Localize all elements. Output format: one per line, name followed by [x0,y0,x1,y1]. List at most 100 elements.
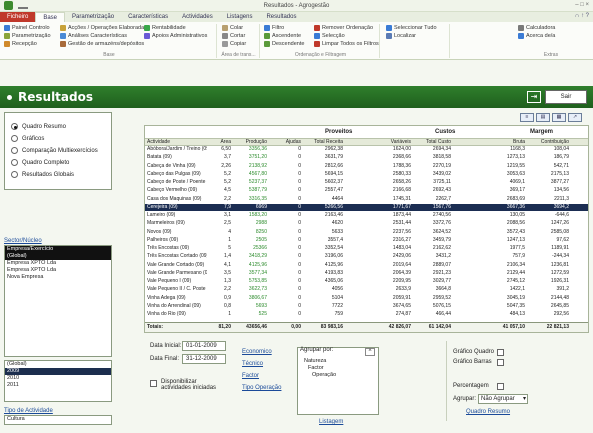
sort-asc-button[interactable]: Ascendente [264,33,301,39]
column-header[interactable]: Actividade [147,139,207,146]
column-header[interactable]: Variáveis [375,139,411,146]
table-row[interactable]: Vale Pequeno I (09) 1,3 5753,85 0 4365,06 220… [145,278,588,285]
column-header[interactable]: Ajudas [269,139,301,146]
tab-listagens[interactable]: Listagens [220,12,260,22]
ribbon-painel-controlo[interactable]: Painel Controlo [4,25,50,31]
table-row[interactable]: Cabeça de Vinha (09) 2,26 2138,92 0 2812,66 1… [145,163,588,170]
column-header[interactable]: Bruta [485,139,525,146]
ribbon-accoes[interactable]: Acções / Operações Elaboradas [60,25,147,31]
column-header[interactable]: Área [209,139,231,146]
listing-link[interactable]: Listagem [319,419,343,425]
table-row[interactable]: Novos (09) 4 8250 0 5633 2237,56 3624,52 3572,4… [145,229,588,236]
link-tipo-operacao[interactable]: Tipo Operação [242,385,281,391]
export-icon[interactable]: ↗ [568,113,582,122]
find-button[interactable]: Localizar [386,33,416,39]
date-start-field[interactable]: 01-01-2009 [182,341,226,351]
about-button[interactable]: Acerca de/a [518,33,555,39]
table-row[interactable]: Batata (09) 3,7 3751,20 0 3631,79 2368,66 3818… [145,154,588,161]
cut-button[interactable]: Cortar [222,33,245,39]
tab-parametrizacao[interactable]: Parametrização [65,12,121,22]
option-quadro-completo[interactable]: Quadro Completo [11,159,69,166]
list-item[interactable]: Nova Empresa [5,274,111,281]
table-row[interactable]: Palheiros (09) 1 2505 0 3557,4 2316,27 3459,79… [145,237,588,244]
ribbon-analises[interactable]: Análises Características [60,33,127,39]
tab-file[interactable]: Ficheiro [0,12,36,22]
clear-filters-button[interactable]: Limpar Todos os Filtros [314,41,379,47]
list-item[interactable]: 2010 [5,375,111,382]
date-end-field[interactable]: 31-12-2009 [182,354,226,364]
table-row[interactable]: Cabeço de Poste / Poente da... 5,2 5237,37… [145,179,588,186]
column-header[interactable]: Total Custo [413,139,451,146]
table-row[interactable]: Marmeleiros (09) 2,5 2988 0 4620 2531,44 3372,… [145,220,588,227]
list-item[interactable]: 2009 [5,368,111,375]
table-row[interactable]: Três Encostas (09) 5 25366 0 3352,54 1483,04 2… [145,245,588,252]
sector-link[interactable]: Sector/Núcleo [4,238,42,244]
chart-quadro-checkbox[interactable] [497,349,504,356]
link-factor[interactable]: Factor [242,373,259,379]
paste-button[interactable]: Colar [222,25,243,31]
column-header[interactable]: Produção [233,139,267,146]
list-view-icon[interactable]: ≡ [520,113,534,122]
option-quadro-resumo[interactable]: Quadro Resumo [11,123,66,130]
table-row[interactable]: Vale Grande Cortado (09) 4,1 4125,96 0 4125,… [145,262,588,269]
group-select[interactable]: Não Agrupar ▾ [478,394,528,404]
table-row[interactable]: Vinha do Rio (09) 1 525 0 759 274,87 466,44 484… [145,311,588,318]
table-row[interactable]: Vinha Adega (09) 0,9 3806,67 0 5104 2059,91 29… [145,295,588,302]
copy-button[interactable]: Copiar [222,41,246,47]
remove-sort-button[interactable]: Remover Ordenação [314,25,373,31]
option-comparacao[interactable]: Comparação Multiexercícios [11,147,98,154]
tab-base[interactable]: Base [35,12,66,22]
select-all-button[interactable]: Seleccionar Tudo [386,25,437,31]
exit-button[interactable]: Sair [545,90,587,104]
table-row[interactable]: Cabeço das Pulgas (09) 5,2 4567,80 0 5694,15… [145,171,588,178]
sort-desc-button[interactable]: Descendente [264,41,304,47]
ribbon-rentabilidade[interactable]: Rentabilidade [144,25,186,31]
activity-type-link[interactable]: Tipo de Actividade [4,408,53,414]
table-row[interactable]: Lameiro (09) 3,1 1583,20 0 2163,46 1873,44 274… [145,212,588,219]
chart-barras-checkbox[interactable] [497,359,504,366]
table-row[interactable]: Vinha do Arrendinal (09) 0,8 5693 0 7722 3674… [145,303,588,310]
tab-resultados[interactable]: Resultados [259,12,303,22]
tree-item[interactable]: Factor [308,365,324,371]
selection-button[interactable]: Selecção [314,33,345,39]
list-item[interactable]: Empresa/Exercício [5,246,111,253]
help-icon[interactable]: ∩ ↑ ? [575,13,589,19]
ribbon-apoios[interactable]: Apoios Administrativos [144,33,207,39]
table-row[interactable]: Vale Pequeno II / C. Poste (09) 2,2 3622,7… [145,286,588,293]
list-item[interactable]: 2011 [5,382,111,389]
list-item[interactable]: (Global) [5,361,111,368]
tree-item[interactable]: Operação [312,372,336,378]
grid-view-icon[interactable]: ▦ [552,113,566,122]
table-row[interactable]: Abóbora/Jardim / Treino (09) 6,50 3356,36 0… [145,146,588,153]
collapse-icon[interactable]: ^ [365,348,375,356]
link-economico[interactable]: Economico [242,349,272,355]
summary-link[interactable]: Quadro Resumo [466,409,510,415]
option-graficos[interactable]: Gráficos [11,135,44,142]
table-row[interactable]: Três Encostas Cortado (09) 1,4 3418,29 0 319… [145,253,588,260]
table-view-icon[interactable]: ▤ [536,113,550,122]
table-row[interactable]: Vale Grande Parmesano (09) 3,5 3577,34 0 419… [145,270,588,277]
navigate-icon[interactable]: ⇥ [527,91,541,103]
window-controls[interactable]: – □ × [575,2,589,8]
table-row[interactable]: Casa dos Maquinas (09) 2,2 3316,35 0 4464 174… [145,196,588,203]
filter-button[interactable]: Filtro [264,25,284,31]
list-item[interactable]: Empresa XPTO Lda [5,267,111,274]
link-tecnico[interactable]: Técnico [242,361,263,367]
calculator-button[interactable]: Calculadora [518,25,555,31]
ribbon-parametrizacao[interactable]: Parametrização [4,33,51,39]
list-item[interactable]: (Global) [5,253,111,260]
only-started-checkbox[interactable] [150,380,157,387]
option-resultados-globais[interactable]: Resultados Globais [11,171,74,178]
table-row[interactable]: Cerejeira (09) 7,9 6969 0 5266,56 1771,67 1567… [145,203,588,211]
list-item[interactable]: Cultura [5,416,111,423]
list-item[interactable]: Empresa XPTO Lda [5,260,111,267]
table-row[interactable]: Cabeço Vermelho (09) 4,5 5387,79 0 2557,47 21… [145,187,588,194]
ribbon-recepcao[interactable]: Recepção [4,41,37,47]
column-header[interactable]: Total Receita [303,139,343,146]
tab-caracteristicas[interactable]: Características [121,12,175,22]
percentage-checkbox[interactable] [497,383,504,390]
tab-actividades[interactable]: Actividades [175,12,220,22]
column-header[interactable]: Contribuição [529,139,569,146]
ribbon-armazens[interactable]: Gestão de armazéns/depósitos [60,41,144,47]
tree-item[interactable]: Natureza [304,358,326,364]
